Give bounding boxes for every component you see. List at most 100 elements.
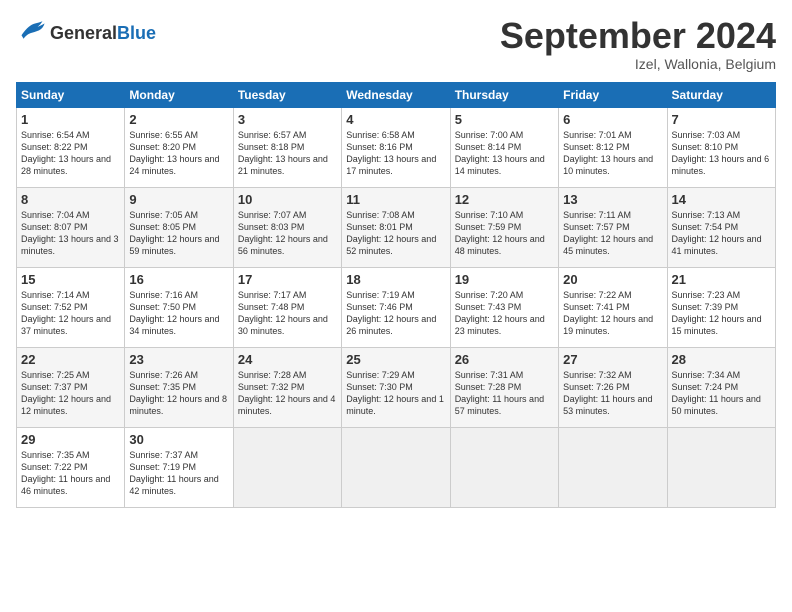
day-number: 2	[129, 112, 228, 127]
day-content: Sunrise: 7:00 AMSunset: 8:14 PMDaylight:…	[455, 129, 554, 178]
calendar-cell: 23Sunrise: 7:26 AMSunset: 7:35 PMDayligh…	[125, 347, 233, 427]
month-title: September 2024	[500, 16, 776, 56]
calendar-cell	[342, 427, 450, 507]
day-content: Sunrise: 7:04 AMSunset: 8:07 PMDaylight:…	[21, 209, 120, 258]
day-number: 6	[563, 112, 662, 127]
calendar-cell: 3 Sunrise: 6:57 AMSunset: 8:18 PMDaylight…	[233, 107, 341, 187]
calendar-cell: 4 Sunrise: 6:58 AMSunset: 8:16 PMDaylight…	[342, 107, 450, 187]
calendar-cell: 2 Sunrise: 6:55 AMSunset: 8:20 PMDaylight…	[125, 107, 233, 187]
day-number: 10	[238, 192, 337, 207]
day-number: 5	[455, 112, 554, 127]
col-friday: Friday	[559, 82, 667, 107]
calendar-cell: 17Sunrise: 7:17 AMSunset: 7:48 PMDayligh…	[233, 267, 341, 347]
calendar-cell: 10 Sunrise: 7:07 AMSunset: 8:03 PMDayligh…	[233, 187, 341, 267]
day-content: Sunrise: 7:13 AMSunset: 7:54 PMDaylight:…	[672, 209, 771, 258]
day-number: 27	[563, 352, 662, 367]
calendar-cell: 8 Sunrise: 7:04 AMSunset: 8:07 PMDaylight…	[17, 187, 125, 267]
day-number: 11	[346, 192, 445, 207]
calendar-cell: 24Sunrise: 7:28 AMSunset: 7:32 PMDayligh…	[233, 347, 341, 427]
day-number: 13	[563, 192, 662, 207]
week-row-1: 1 Sunrise: 6:54 AMSunset: 8:22 PMDaylight…	[17, 107, 776, 187]
calendar-cell: 6 Sunrise: 7:01 AMSunset: 8:12 PMDaylight…	[559, 107, 667, 187]
day-content: Sunrise: 7:03 AMSunset: 8:10 PMDaylight:…	[672, 129, 771, 178]
calendar-cell: 1 Sunrise: 6:54 AMSunset: 8:22 PMDaylight…	[17, 107, 125, 187]
calendar-cell	[450, 427, 558, 507]
day-content: Sunrise: 6:57 AMSunset: 8:18 PMDaylight:…	[238, 129, 337, 178]
calendar-cell: 27 Sunrise: 7:32 AMSunset: 7:26 PMDayligh…	[559, 347, 667, 427]
day-number: 4	[346, 112, 445, 127]
week-row-5: 29Sunrise: 7:35 AMSunset: 7:22 PMDayligh…	[17, 427, 776, 507]
calendar-cell: 29Sunrise: 7:35 AMSunset: 7:22 PMDayligh…	[17, 427, 125, 507]
day-number: 21	[672, 272, 771, 287]
day-content: Sunrise: 7:20 AMSunset: 7:43 PMDaylight:…	[455, 289, 554, 338]
calendar-cell: 5 Sunrise: 7:00 AMSunset: 8:14 PMDaylight…	[450, 107, 558, 187]
day-content: Sunrise: 7:11 AMSunset: 7:57 PMDaylight:…	[563, 209, 662, 258]
day-content: Sunrise: 7:08 AMSunset: 8:01 PMDaylight:…	[346, 209, 445, 258]
calendar-cell	[667, 427, 775, 507]
calendar-cell: 22 Sunrise: 7:25 AMSunset: 7:37 PMDayligh…	[17, 347, 125, 427]
calendar-cell: 25 Sunrise: 7:29 AMSunset: 7:30 PMDayligh…	[342, 347, 450, 427]
day-number: 8	[21, 192, 120, 207]
day-content: Sunrise: 7:31 AMSunset: 7:28 PMDaylight:…	[455, 369, 554, 418]
day-content: Sunrise: 7:34 AMSunset: 7:24 PMDaylight:…	[672, 369, 771, 418]
calendar-cell: 20 Sunrise: 7:22 AMSunset: 7:41 PMDayligh…	[559, 267, 667, 347]
day-number: 15	[21, 272, 120, 287]
day-content: Sunrise: 7:19 AMSunset: 7:46 PMDaylight:…	[346, 289, 445, 338]
calendar-cell: 19 Sunrise: 7:20 AMSunset: 7:43 PMDayligh…	[450, 267, 558, 347]
day-content: Sunrise: 7:10 AMSunset: 7:59 PMDaylight:…	[455, 209, 554, 258]
day-number: 9	[129, 192, 228, 207]
calendar-cell: 15 Sunrise: 7:14 AMSunset: 7:52 PMDayligh…	[17, 267, 125, 347]
logo-bird-icon	[18, 16, 46, 44]
day-content: Sunrise: 7:16 AMSunset: 7:50 PMDaylight:…	[129, 289, 228, 338]
day-content: Sunrise: 7:23 AMSunset: 7:39 PMDaylight:…	[672, 289, 771, 338]
day-content: Sunrise: 7:17 AMSunset: 7:48 PMDaylight:…	[238, 289, 337, 338]
day-number: 18	[346, 272, 445, 287]
day-number: 25	[346, 352, 445, 367]
calendar-cell	[233, 427, 341, 507]
col-sunday: Sunday	[17, 82, 125, 107]
day-content: Sunrise: 7:01 AMSunset: 8:12 PMDaylight:…	[563, 129, 662, 178]
day-number: 26	[455, 352, 554, 367]
day-content: Sunrise: 7:32 AMSunset: 7:26 PMDaylight:…	[563, 369, 662, 418]
location-title: Izel, Wallonia, Belgium	[500, 56, 776, 72]
calendar-cell: 28 Sunrise: 7:34 AMSunset: 7:24 PMDayligh…	[667, 347, 775, 427]
day-number: 12	[455, 192, 554, 207]
calendar-cell: 16 Sunrise: 7:16 AMSunset: 7:50 PMDayligh…	[125, 267, 233, 347]
day-number: 20	[563, 272, 662, 287]
week-row-3: 15 Sunrise: 7:14 AMSunset: 7:52 PMDayligh…	[17, 267, 776, 347]
day-number: 16	[129, 272, 228, 287]
day-number: 23	[129, 352, 228, 367]
day-number: 19	[455, 272, 554, 287]
day-content: Sunrise: 7:37 AMSunset: 7:19 PMDaylight:…	[129, 449, 228, 498]
day-content: Sunrise: 7:29 AMSunset: 7:30 PMDaylight:…	[346, 369, 445, 418]
day-number: 7	[672, 112, 771, 127]
day-content: Sunrise: 7:07 AMSunset: 8:03 PMDaylight:…	[238, 209, 337, 258]
calendar-cell: 7 Sunrise: 7:03 AMSunset: 8:10 PMDaylight…	[667, 107, 775, 187]
day-content: Sunrise: 6:55 AMSunset: 8:20 PMDaylight:…	[129, 129, 228, 178]
day-number: 1	[21, 112, 120, 127]
day-number: 22	[21, 352, 120, 367]
calendar-table: Sunday Monday Tuesday Wednesday Thursday…	[16, 82, 776, 508]
day-content: Sunrise: 7:22 AMSunset: 7:41 PMDaylight:…	[563, 289, 662, 338]
day-content: Sunrise: 7:25 AMSunset: 7:37 PMDaylight:…	[21, 369, 120, 418]
calendar-cell: 18 Sunrise: 7:19 AMSunset: 7:46 PMDayligh…	[342, 267, 450, 347]
week-row-4: 22 Sunrise: 7:25 AMSunset: 7:37 PMDayligh…	[17, 347, 776, 427]
col-saturday: Saturday	[667, 82, 775, 107]
calendar-cell: 14Sunrise: 7:13 AMSunset: 7:54 PMDayligh…	[667, 187, 775, 267]
col-tuesday: Tuesday	[233, 82, 341, 107]
week-row-2: 8 Sunrise: 7:04 AMSunset: 8:07 PMDaylight…	[17, 187, 776, 267]
day-content: Sunrise: 6:58 AMSunset: 8:16 PMDaylight:…	[346, 129, 445, 178]
col-monday: Monday	[125, 82, 233, 107]
col-wednesday: Wednesday	[342, 82, 450, 107]
calendar-cell	[559, 427, 667, 507]
day-number: 28	[672, 352, 771, 367]
day-number: 3	[238, 112, 337, 127]
calendar-cell: 26 Sunrise: 7:31 AMSunset: 7:28 PMDayligh…	[450, 347, 558, 427]
logo-text: GeneralBlue	[50, 24, 156, 42]
day-content: Sunrise: 6:54 AMSunset: 8:22 PMDaylight:…	[21, 129, 120, 178]
calendar-cell: 9Sunrise: 7:05 AMSunset: 8:05 PMDaylight…	[125, 187, 233, 267]
day-content: Sunrise: 7:14 AMSunset: 7:52 PMDaylight:…	[21, 289, 120, 338]
calendar-cell: 21 Sunrise: 7:23 AMSunset: 7:39 PMDayligh…	[667, 267, 775, 347]
day-number: 30	[129, 432, 228, 447]
page-header: GeneralBlue September 2024 Izel, Walloni…	[16, 16, 776, 72]
